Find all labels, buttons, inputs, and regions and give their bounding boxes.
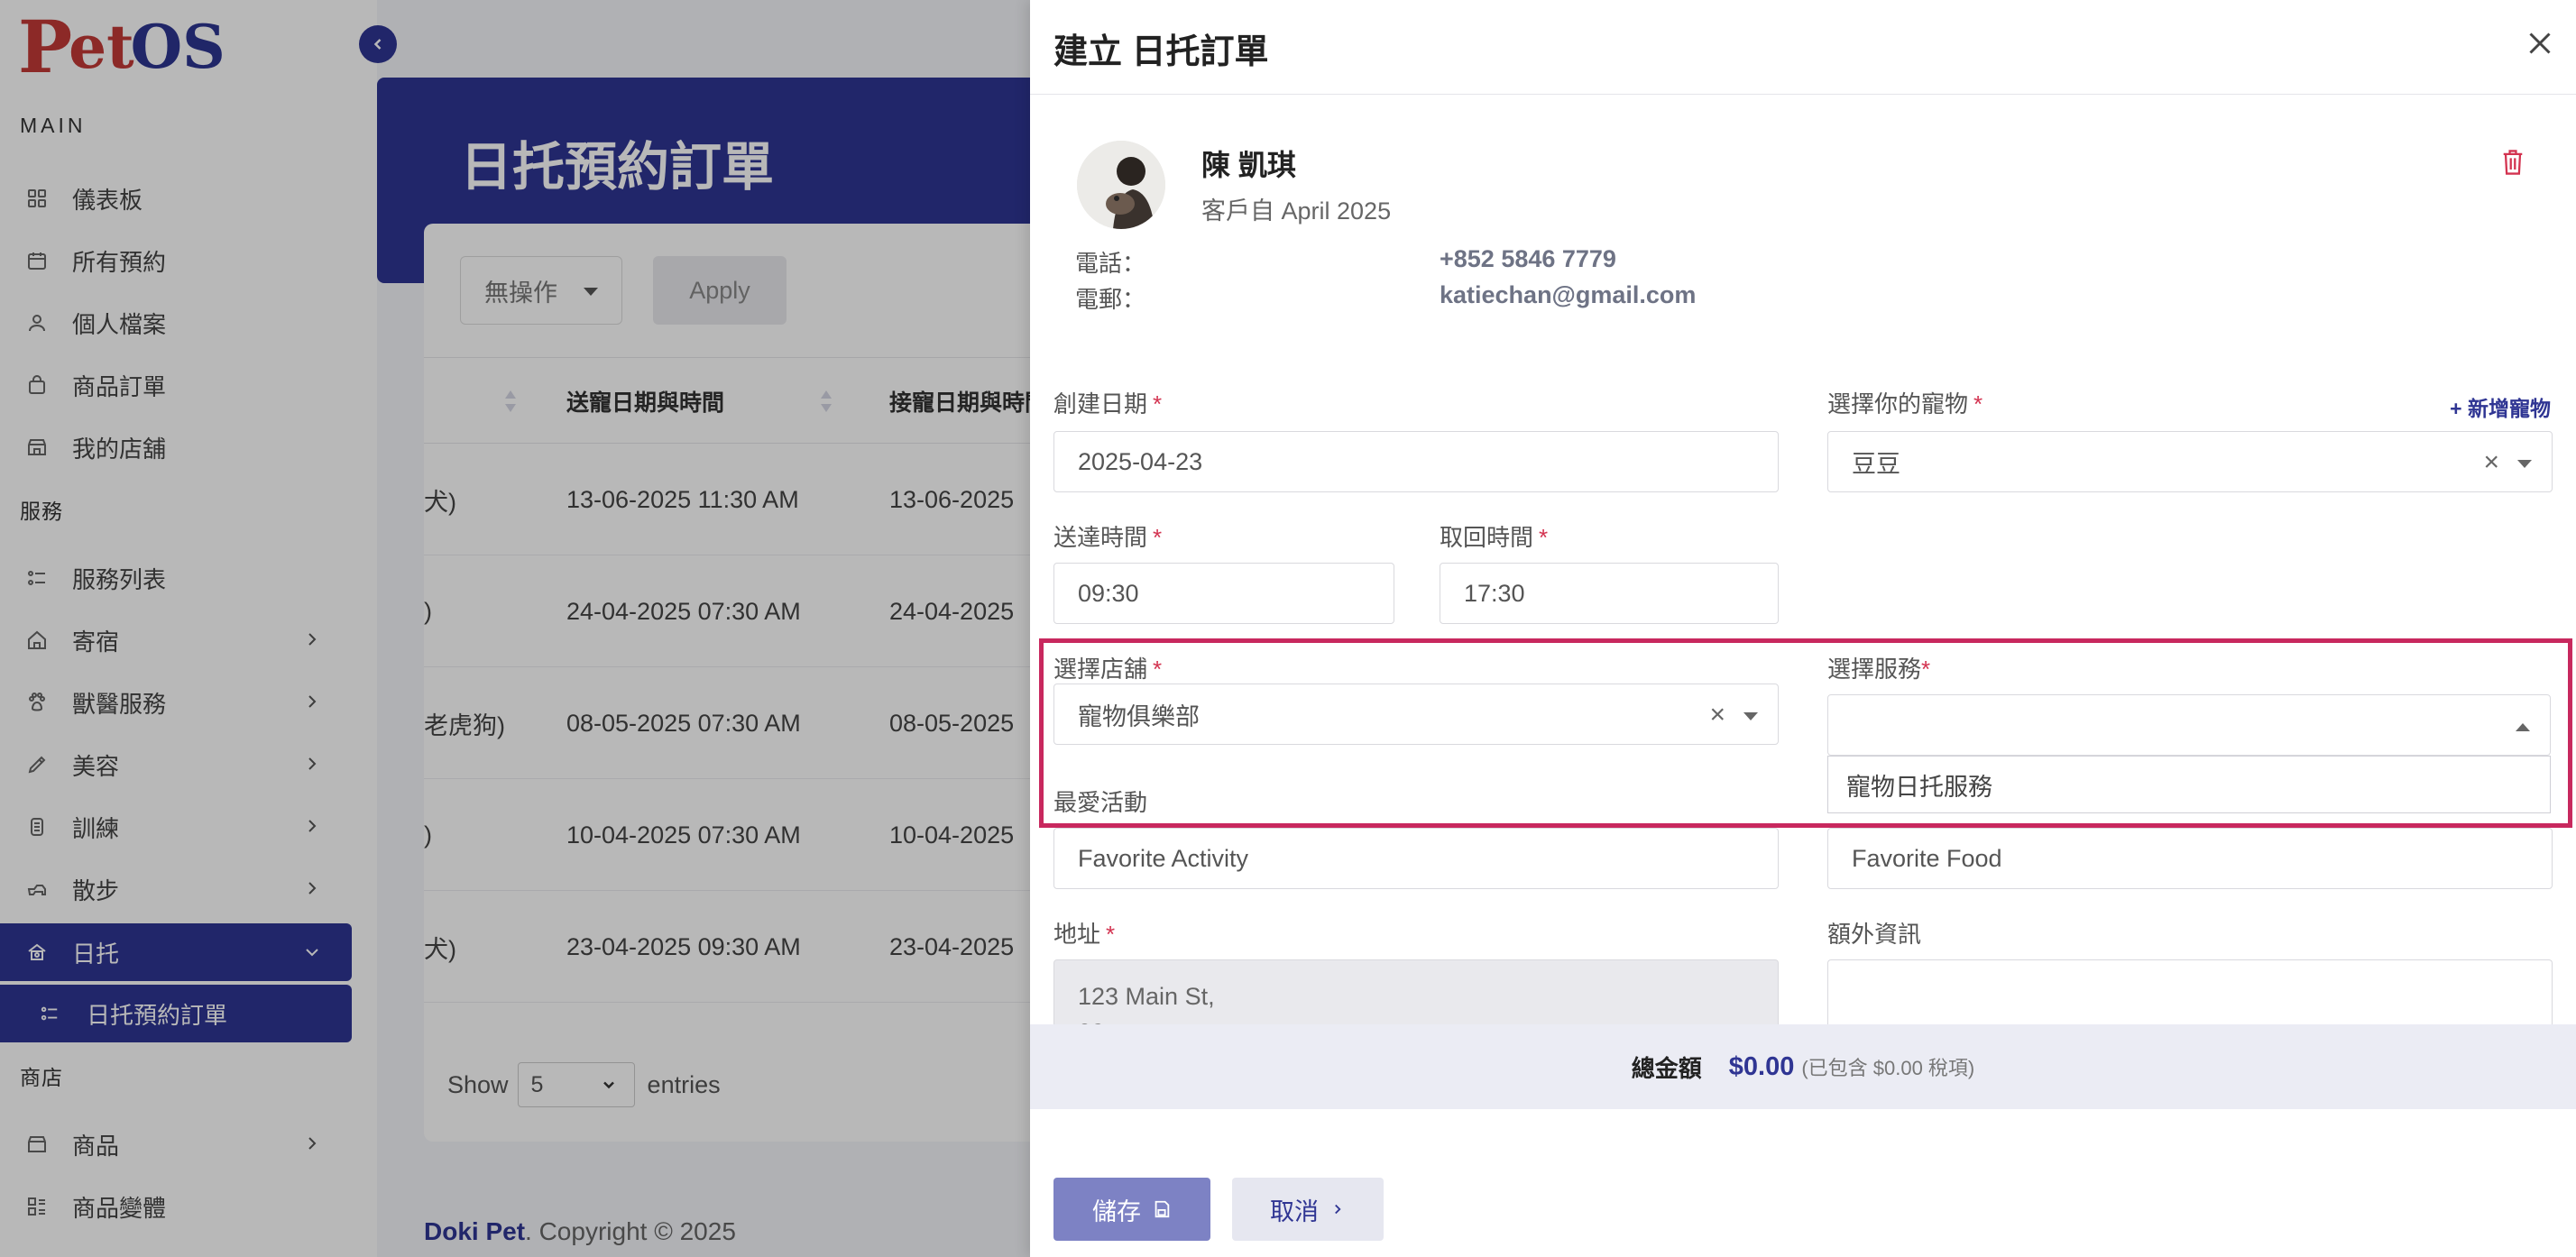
service-option[interactable]: 寵物日托服務 xyxy=(1827,756,2551,813)
address-input: 123 Main St, 09 xyxy=(1053,959,1779,1024)
extra-info-label: 額外資訊 xyxy=(1827,921,1922,948)
created-date-input[interactable]: 2025-04-23 xyxy=(1053,431,1779,492)
store-select-value: 寵物俱樂部 xyxy=(1078,702,1200,730)
dropoff-time-input[interactable]: 09:30 xyxy=(1053,563,1394,624)
drawer-title: 建立 日托訂單 xyxy=(1053,33,1269,71)
save-label: 儲存 xyxy=(1092,1197,1141,1225)
store-select-label: 選擇店舖 * xyxy=(1053,656,1163,683)
clear-icon[interactable]: × xyxy=(2483,449,2499,476)
save-button[interactable]: 儲存 xyxy=(1053,1178,1210,1241)
service-select-label: 選擇服務* xyxy=(1827,656,1931,683)
clear-icon[interactable]: × xyxy=(1709,702,1725,729)
customer-since: 客戶自 April 2025 xyxy=(1201,197,1392,225)
cancel-label: 取消 xyxy=(1270,1197,1319,1225)
cancel-button[interactable]: 取消 xyxy=(1232,1178,1384,1241)
email-label: 電郵： xyxy=(1075,286,1146,313)
address-label: 地址 * xyxy=(1053,921,1116,948)
modal-backdrop[interactable] xyxy=(0,0,1030,1257)
save-icon xyxy=(1155,1200,1170,1218)
total-tax-note: (已包含 $0.00 稅項) xyxy=(1801,1057,1975,1079)
pet-select[interactable]: 豆豆 × xyxy=(1827,431,2553,492)
favorite-food-input[interactable]: Favorite Food xyxy=(1827,828,2553,889)
caret-up-icon xyxy=(2516,723,2530,731)
pet-select-value: 豆豆 xyxy=(1852,450,1900,478)
pet-select-label: 選擇你的寵物 * xyxy=(1827,390,1983,417)
customer-avatar xyxy=(1077,141,1165,229)
created-date-label: 創建日期 * xyxy=(1053,390,1163,417)
customer-name: 陳 凱琪 xyxy=(1201,149,1296,181)
favorite-activity-label: 最愛活動 xyxy=(1053,789,1148,816)
phone-value: +852 5846 7779 xyxy=(1440,245,1616,272)
address-line-2: 09 xyxy=(1078,1014,1105,1024)
pickup-time-input[interactable]: 17:30 xyxy=(1440,563,1779,624)
extra-info-textarea[interactable] xyxy=(1827,959,2553,1024)
caret-down-icon xyxy=(2517,460,2532,468)
chevron-right-icon xyxy=(1335,1204,1341,1215)
drawer-divider xyxy=(1030,94,2576,95)
caret-down-icon xyxy=(1743,712,1758,720)
dropoff-time-label: 送達時間 * xyxy=(1053,524,1163,551)
favorite-activity-input[interactable]: Favorite Activity xyxy=(1053,828,1779,889)
store-select[interactable]: 寵物俱樂部 × xyxy=(1053,684,1779,745)
total-bar: 總金額 $0.00 (已包含 $0.00 稅項) xyxy=(1030,1024,2576,1109)
add-pet-link[interactable]: + 新增寵物 xyxy=(2450,391,2551,422)
total-value: $0.00 xyxy=(1728,1051,1795,1081)
create-daycare-order-drawer: 建立 日托訂單 陳 凱琪 客戶自 April 2025 電話： +852 584… xyxy=(1030,0,2576,1257)
close-icon[interactable] xyxy=(2524,27,2556,60)
total-label: 總金額 xyxy=(1631,1054,1702,1082)
email-value: katiechan@gmail.com xyxy=(1440,281,1697,308)
address-line-1: 123 Main St, xyxy=(1078,983,1215,1010)
service-select[interactable] xyxy=(1827,694,2551,756)
pickup-time-label: 取回時間 * xyxy=(1440,524,1549,551)
phone-label: 電話： xyxy=(1075,250,1146,277)
trash-icon[interactable] xyxy=(2500,148,2525,177)
